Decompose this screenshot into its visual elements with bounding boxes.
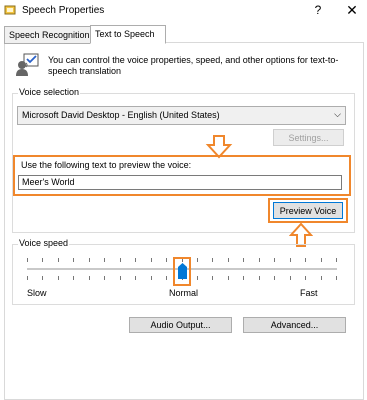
slider-tick [42,258,43,262]
help-button[interactable]: ? [311,3,325,17]
slider-tick [321,276,322,280]
speed-fast-label: Fast [300,288,318,298]
slider-tick [305,276,306,280]
slider-tick [42,276,43,280]
slider-tick [228,276,229,280]
close-button[interactable]: ✕ [345,2,359,18]
voice-select[interactable]: Microsoft David Desktop - English (Unite… [17,106,346,125]
slider-tick [135,276,136,280]
slider-tick [89,276,90,280]
speed-slow-label: Slow [27,288,47,298]
slider-tick [290,276,291,280]
slider-tick [73,276,74,280]
slider-tick [135,258,136,262]
slider-tick [89,258,90,262]
slider-tick [212,258,213,262]
settings-button[interactable]: Settings... [273,129,344,146]
slider-tick [290,258,291,262]
advanced-button[interactable]: Advanced... [243,317,346,333]
slider-tick [321,258,322,262]
speed-normal-label: Normal [169,288,199,298]
slider-tick [212,276,213,280]
slider-tick [274,258,275,262]
slider-tick [228,258,229,262]
audio-output-button[interactable]: Audio Output... [129,317,232,333]
slider-tick [120,276,121,280]
slider-tick [274,276,275,280]
chevron-down-icon: ⌵ [334,109,341,119]
slider-tick [197,258,198,262]
speech-user-icon [16,53,39,76]
slider-tick [27,276,28,280]
slider-tick [151,258,152,262]
speed-slider-thumb[interactable] [178,263,187,279]
slider-tick [336,276,337,280]
title-bar: Speech Properties ? ✕ [0,0,367,22]
window-title: Speech Properties [22,5,105,16]
slider-tick [243,258,244,262]
slider-tick [197,276,198,280]
slider-tick [243,276,244,280]
preview-text-field[interactable] [18,175,342,190]
slider-tick [166,258,167,262]
slider-tick [58,276,59,280]
tab-speech-recognition[interactable]: Speech Recognition [4,26,92,44]
slider-tick [73,258,74,262]
slider-tick [27,258,28,262]
tab-text-to-speech[interactable]: Text to Speech [90,25,166,44]
slider-tick [104,276,105,280]
slider-tick [259,276,260,280]
slider-tick [305,258,306,262]
voice-selection-label: Voice selection [18,87,81,97]
slider-tick [120,258,121,262]
slider-tick [166,276,167,280]
slider-tick [58,258,59,262]
preview-prompt-label: Use the following text to preview the vo… [21,160,192,170]
slider-tick [104,258,105,262]
speech-app-icon [4,5,16,15]
voice-select-value: Microsoft David Desktop - English (Unite… [22,110,220,120]
voice-speed-label: Voice speed [18,238,70,248]
slider-tick [259,258,260,262]
slider-tick [151,276,152,280]
intro-description: You can control the voice properties, sp… [48,55,339,76]
slider-tick [336,258,337,262]
preview-voice-button[interactable]: Preview Voice [273,202,343,219]
